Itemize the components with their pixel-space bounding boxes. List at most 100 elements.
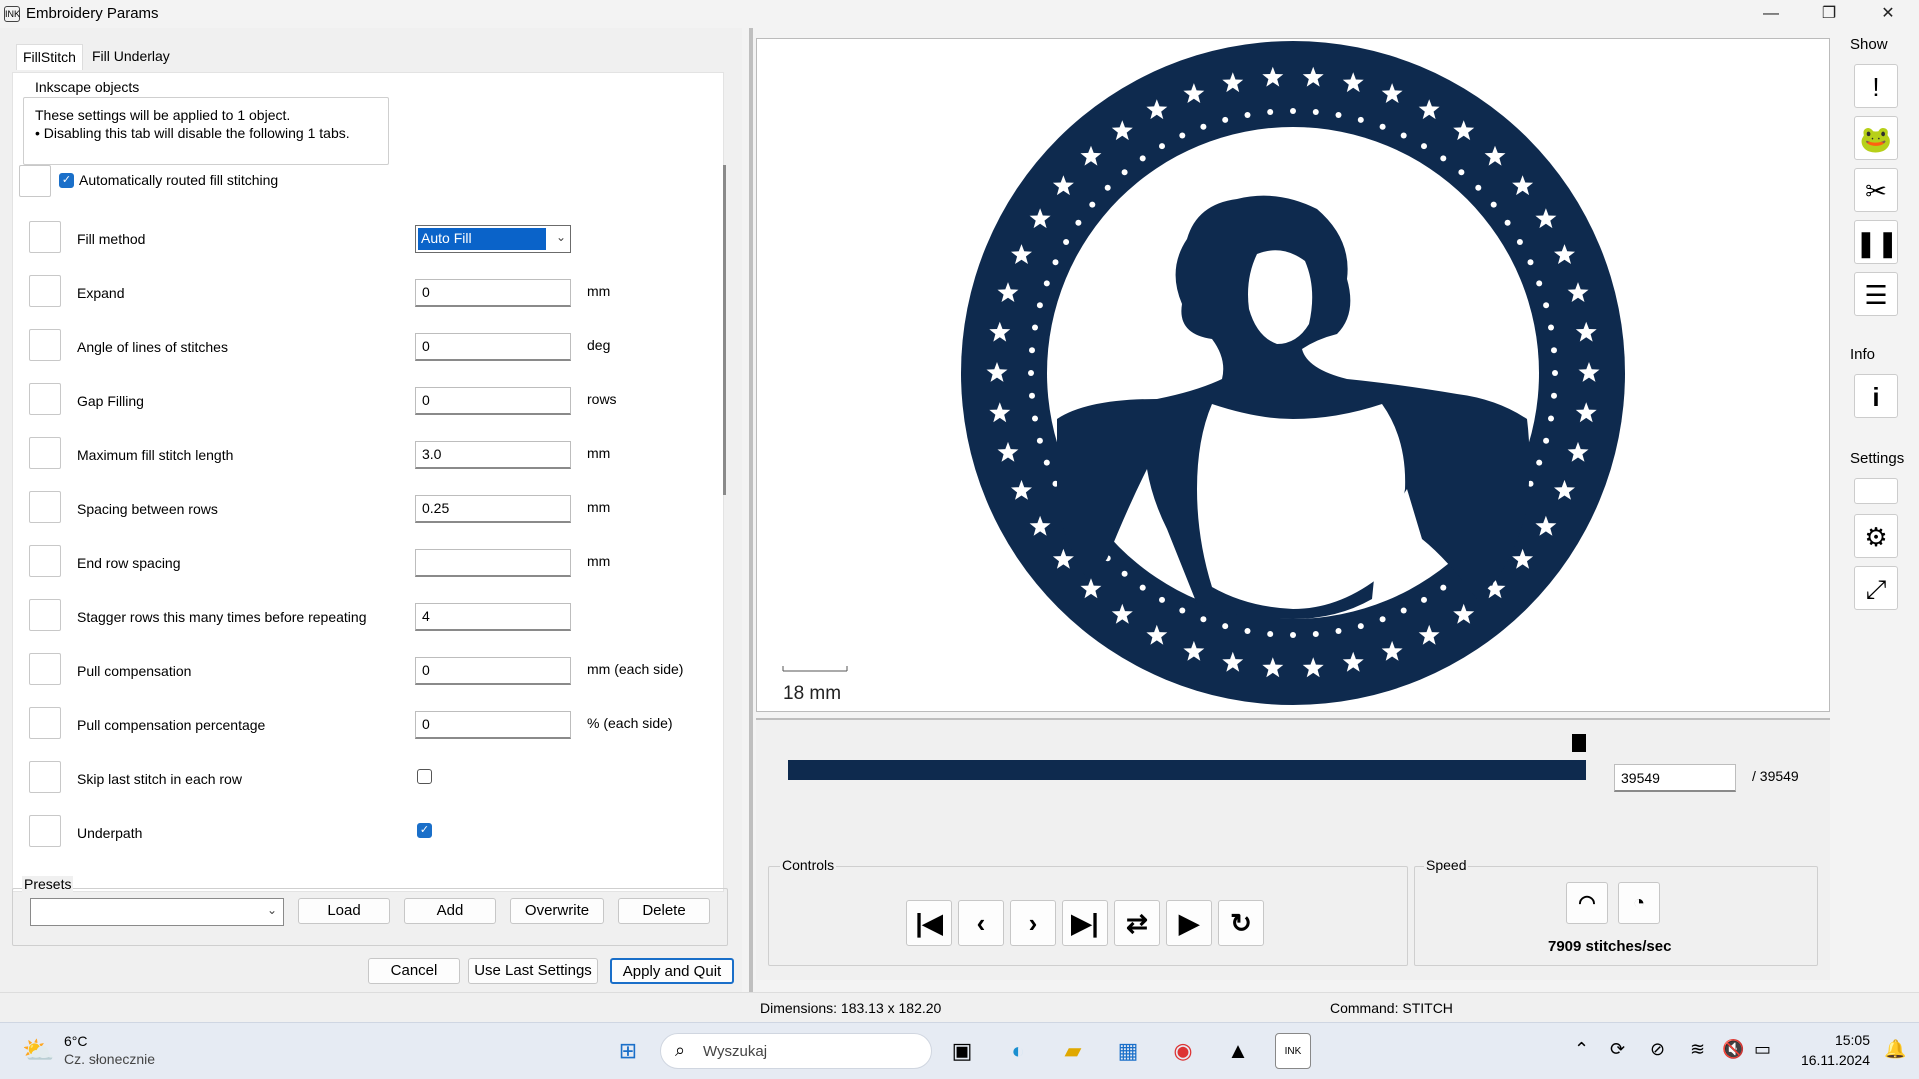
- max-stitch-length-input[interactable]: 3.0: [415, 441, 571, 469]
- load-preset-button[interactable]: Load: [298, 898, 390, 924]
- maximize-button[interactable]: ❐: [1801, 0, 1857, 28]
- end-row-spacing-enable-box[interactable]: [29, 545, 61, 577]
- skip-to-start-icon: |◀: [915, 908, 943, 938]
- previous-stitch-button[interactable]: ‹: [958, 900, 1004, 946]
- tab-fill-underlay[interactable]: Fill Underlay: [86, 44, 176, 70]
- fill-method-select[interactable]: Auto Fill ⌄: [415, 225, 571, 253]
- fill-method-enable-box[interactable]: [29, 221, 61, 253]
- settings-button[interactable]: ⚙: [1854, 514, 1898, 558]
- current-stitch-input[interactable]: 39549: [1614, 764, 1736, 792]
- row-spacing-input[interactable]: 0.25: [415, 495, 571, 523]
- last-stitch-button[interactable]: ▶|: [1062, 900, 1108, 946]
- pull-compensation-enable-box[interactable]: [29, 653, 61, 685]
- weather-icon[interactable]: ⛅: [22, 1035, 54, 1066]
- dot-decoration: [1290, 108, 1296, 114]
- dot-decoration: [1052, 259, 1059, 266]
- cancel-button[interactable]: Cancel: [368, 958, 460, 984]
- underpath-checkbox[interactable]: ✓: [417, 823, 432, 838]
- delete-preset-button[interactable]: Delete: [618, 898, 710, 924]
- minimize-button[interactable]: —: [1743, 0, 1799, 28]
- fill-method-label: Fill method: [77, 231, 146, 247]
- dot-decoration: [1159, 596, 1165, 603]
- chrome-icon[interactable]: ◉: [1165, 1033, 1201, 1069]
- task-view-icon[interactable]: ▣: [944, 1033, 980, 1069]
- close-button[interactable]: ✕: [1860, 0, 1916, 28]
- restart-button[interactable]: ↻: [1218, 900, 1264, 946]
- info-label: Info: [1850, 346, 1876, 363]
- weather-desc[interactable]: Cz. słonecznie: [64, 1051, 155, 1067]
- pull-compensation-input[interactable]: 0: [415, 657, 571, 685]
- file-explorer-icon[interactable]: ▰: [1055, 1033, 1091, 1069]
- inkstitch-icon[interactable]: INK: [1275, 1033, 1311, 1069]
- toggle-jumps-button[interactable]: 🐸: [1854, 116, 1898, 160]
- add-preset-button[interactable]: Add: [404, 898, 496, 924]
- overwrite-preset-button[interactable]: Overwrite: [510, 898, 604, 924]
- speed-down-icon: ◠: [1578, 892, 1596, 914]
- chevron-right-icon: ›: [1028, 908, 1038, 938]
- stitch-preview-canvas[interactable]: 18 mm: [756, 38, 1830, 712]
- use-last-settings-button[interactable]: Use Last Settings: [468, 958, 598, 984]
- underpath-enable-box[interactable]: [29, 815, 61, 847]
- clock-time[interactable]: 15:05: [1820, 1032, 1870, 1048]
- skip-last-enable-box[interactable]: [29, 761, 61, 793]
- battery-icon[interactable]: ▭: [1754, 1039, 1771, 1060]
- volume-mute-icon[interactable]: 🔇: [1722, 1039, 1744, 1060]
- info-button[interactable]: i: [1854, 374, 1898, 418]
- auto-route-enable-box[interactable]: [19, 165, 51, 197]
- inkscape-icon[interactable]: ▲: [1220, 1033, 1256, 1069]
- gap-filling-input[interactable]: 0: [415, 387, 571, 415]
- expand-input[interactable]: 0: [415, 279, 571, 307]
- taskbar-search[interactable]: ⌕ Wyszukaj: [660, 1033, 932, 1069]
- params-scrollbar[interactable]: [723, 165, 726, 495]
- slower-button[interactable]: ◠: [1566, 882, 1608, 924]
- angle-input[interactable]: 0: [415, 333, 571, 361]
- dot-decoration: [1029, 347, 1035, 354]
- dot-decoration: [1063, 239, 1070, 245]
- resize-button[interactable]: ⤢: [1854, 566, 1898, 610]
- play-button[interactable]: ▶: [1166, 900, 1212, 946]
- stitch-slider-thumb[interactable]: [1572, 734, 1586, 752]
- pull-compensation-pct-enable-box[interactable]: [29, 707, 61, 739]
- dot-decoration: [1089, 201, 1096, 208]
- start-icon[interactable]: ⊞: [610, 1033, 646, 1069]
- network-off-icon[interactable]: ⊘: [1650, 1039, 1665, 1060]
- stagger-enable-box[interactable]: [29, 599, 61, 631]
- toggle-stops-button[interactable]: ❚❚: [1854, 220, 1899, 264]
- max-stitch-length-enable-box[interactable]: [29, 437, 61, 469]
- angle-enable-box[interactable]: [29, 329, 61, 361]
- end-row-spacing-input[interactable]: [415, 549, 571, 577]
- dot-decoration: [1312, 109, 1319, 115]
- toggle-warnings-button[interactable]: !: [1854, 64, 1898, 108]
- pull-compensation-pct-input[interactable]: 0: [415, 711, 571, 739]
- toggle-trims-button[interactable]: ✂: [1854, 168, 1898, 212]
- chevron-up-icon[interactable]: ⌃: [1574, 1039, 1589, 1060]
- apply-and-quit-button[interactable]: Apply and Quit: [610, 958, 734, 984]
- next-stitch-button[interactable]: ›: [1010, 900, 1056, 946]
- auto-route-checkbox[interactable]: ✓: [59, 173, 74, 188]
- dot-decoration: [1543, 437, 1550, 444]
- store-icon[interactable]: ▦: [1110, 1033, 1146, 1069]
- gap-filling-enable-box[interactable]: [29, 383, 61, 415]
- dot-decoration: [1075, 219, 1082, 226]
- stagger-input[interactable]: 4: [415, 603, 571, 631]
- dot-decoration: [1036, 437, 1043, 444]
- toggle-direction-button[interactable]: ⇄: [1114, 900, 1160, 946]
- presets-select[interactable]: ⌄: [30, 898, 284, 926]
- wifi-icon[interactable]: ≋: [1690, 1039, 1705, 1060]
- clock-date[interactable]: 16.11.2024: [1792, 1052, 1870, 1068]
- faster-button[interactable]: ◔: [1618, 882, 1660, 924]
- row-spacing-enable-box[interactable]: [29, 491, 61, 523]
- frog-icon: 🐸: [1859, 124, 1893, 154]
- stitch-progress-track[interactable]: [788, 760, 1586, 780]
- settings-blank-button[interactable]: [1854, 478, 1898, 504]
- panel-splitter[interactable]: [749, 28, 753, 992]
- expand-enable-box[interactable]: [29, 275, 61, 307]
- notification-bell-icon[interactable]: 🔔: [1884, 1039, 1906, 1060]
- weather-temp[interactable]: 6°C: [64, 1033, 88, 1049]
- skip-last-checkbox[interactable]: [417, 769, 432, 784]
- toggle-commands-button[interactable]: ☰: [1854, 272, 1898, 316]
- tab-fillstitch[interactable]: FillStitch: [16, 44, 83, 70]
- sync-icon[interactable]: ⟳: [1610, 1039, 1625, 1060]
- edge-icon[interactable]: ◐: [1000, 1033, 1036, 1069]
- first-stitch-button[interactable]: |◀: [906, 900, 952, 946]
